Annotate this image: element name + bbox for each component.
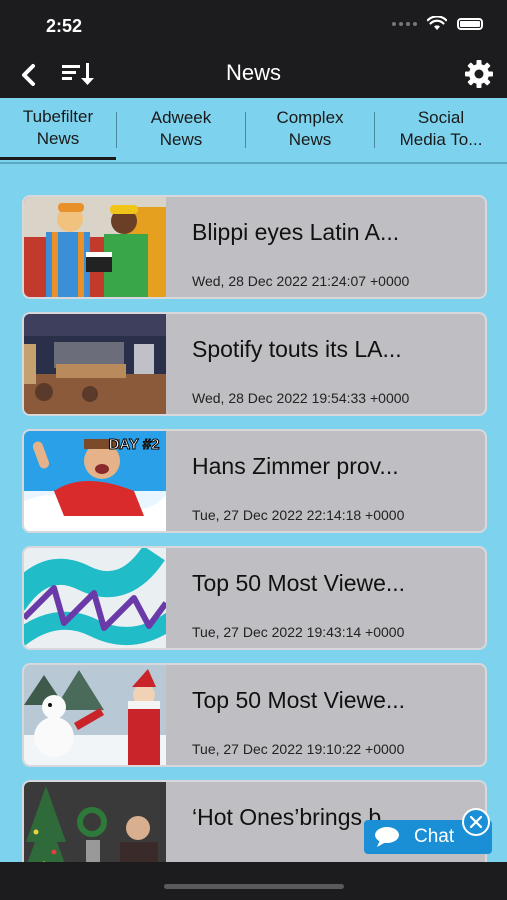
- tab-label: Adweek: [150, 108, 212, 127]
- tab-social-media-today[interactable]: Social Media To...: [375, 98, 507, 160]
- news-title: Top 50 Most Viewe...: [192, 687, 406, 713]
- news-date: Tue, 27 Dec 2022 22:14:18 +0000: [192, 507, 405, 523]
- settings-button[interactable]: [463, 58, 495, 90]
- news-date: Wed, 28 Dec 2022 21:24:07 +0000: [192, 273, 410, 289]
- signal-icon: [392, 21, 417, 26]
- wifi-icon: [427, 16, 447, 30]
- tab-complex-news[interactable]: Complex News: [246, 98, 374, 160]
- gear-icon: [465, 60, 493, 88]
- bottom-bar: [0, 862, 507, 900]
- tab-label: Social: [417, 108, 465, 127]
- thumbnail-caption: DAY #2: [109, 436, 160, 453]
- tab-adweek-news[interactable]: Adweek News: [117, 98, 245, 160]
- news-date: Wed, 28 Dec 2022 19:54:33 +0000: [192, 390, 410, 406]
- status-icons: [392, 16, 483, 31]
- page-title: News: [225, 60, 281, 85]
- battery-icon: [457, 17, 483, 30]
- news-item[interactable]: Spotify touts its LA... Wed, 28 Dec 2022…: [22, 312, 487, 416]
- news-item[interactable]: Top 50 Most Viewe... Tue, 27 Dec 2022 19…: [22, 663, 487, 767]
- news-title: Top 50 Most Viewe...: [192, 570, 406, 596]
- chat-label: Chat: [414, 826, 455, 847]
- news-thumbnail: [24, 548, 166, 648]
- news-thumbnail: [24, 197, 166, 297]
- home-indicator[interactable]: [164, 884, 344, 889]
- tab-bar: Tubefilter News Adweek News Complex News So…: [0, 98, 507, 164]
- news-thumbnail: [24, 314, 166, 414]
- news-thumbnail: [24, 665, 166, 765]
- tab-label: News: [36, 128, 80, 148]
- close-icon: [469, 815, 483, 829]
- tab-label: News: [288, 130, 332, 149]
- news-item[interactable]: Blippi eyes Latin A... Wed, 28 Dec 2022 …: [22, 195, 487, 299]
- top-bar: 2:52 News: [0, 0, 507, 98]
- tab-label: News: [159, 130, 203, 149]
- status-time: 2:52: [46, 16, 83, 36]
- news-title: Hans Zimmer prov...: [192, 453, 399, 479]
- news-item[interactable]: DAY #2 Hans Zimmer prov... Tue, 27 Dec 2…: [22, 429, 487, 533]
- tab-label: Media To...: [399, 130, 483, 149]
- news-date: Tue, 27 Dec 2022 19:10:22 +0000: [192, 741, 405, 757]
- chat-close-button[interactable]: [462, 808, 490, 836]
- chat-bubble-icon: [375, 827, 399, 847]
- news-thumbnail: DAY #2: [24, 431, 166, 531]
- news-date: Tue, 27 Dec 2022 19:43:14 +0000: [192, 624, 405, 640]
- news-title: Spotify touts its LA...: [192, 336, 402, 362]
- tab-tubefilter-news[interactable]: Tubefilter News: [0, 98, 116, 160]
- news-item[interactable]: Top 50 Most Viewe... Tue, 27 Dec 2022 19…: [22, 546, 487, 650]
- tab-label: Tubefilter: [22, 106, 94, 126]
- news-title: Blippi eyes Latin A...: [192, 219, 400, 245]
- tab-label: Complex: [276, 108, 344, 127]
